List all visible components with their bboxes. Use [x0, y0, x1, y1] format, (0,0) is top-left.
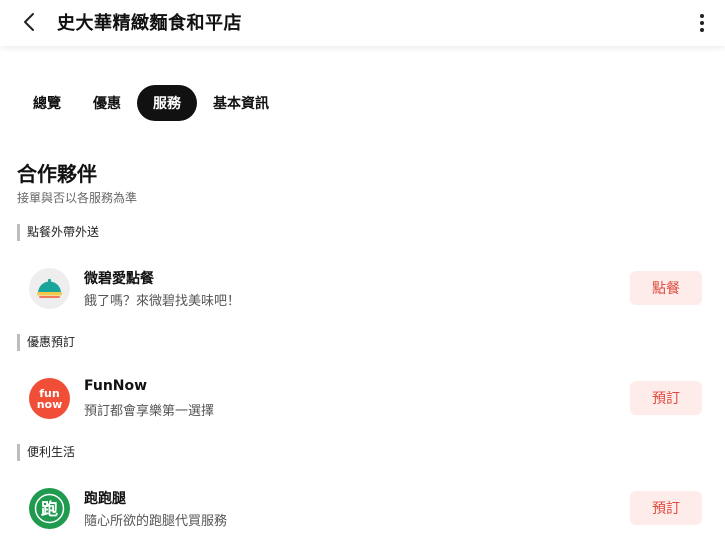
section-title: 合作夥伴 [17, 162, 97, 186]
tab-offers[interactable]: 優惠 [77, 85, 137, 121]
more-options-button[interactable] [692, 12, 712, 34]
svg-text:跑: 跑 [41, 499, 58, 520]
group-heading-convenience: 便利生活 [17, 444, 75, 461]
chevron-left-icon [24, 13, 34, 31]
top-app-bar: 史大華精緻麵食和平店 [0, 0, 725, 46]
tab-bar: 總覽 優惠 服務 基本資訊 [17, 85, 285, 121]
partner-row-weibi: 微碧愛點餐 餓了嗎？來微碧找美味吧！ 點餐 [0, 268, 725, 328]
book-button[interactable]: 預訂 [630, 491, 702, 525]
partner-name: 微碧愛點餐 [84, 271, 154, 287]
group-heading-ordering: 點餐外帶外送 [17, 224, 99, 241]
partner-description: 隨心所欲的跑腿代買服務 [84, 514, 228, 529]
more-vertical-icon [700, 14, 704, 32]
tab-overview[interactable]: 總覽 [17, 85, 77, 121]
group-heading-booking: 優惠預訂 [17, 334, 75, 351]
svg-text:now: now [37, 398, 63, 411]
tab-basic-info[interactable]: 基本資訊 [197, 85, 285, 121]
partner-row-paopaotui: 跑 跑跑腿 隨心所欲的跑腿代買服務 預訂 [0, 488, 725, 548]
partner-name: FunNow [84, 378, 148, 394]
tab-services[interactable]: 服務 [137, 85, 197, 121]
partner-description: 餓了嗎？來微碧找美味吧！ [84, 294, 241, 309]
order-button[interactable]: 點餐 [630, 271, 702, 305]
paopaotui-logo-icon: 跑 [29, 488, 70, 529]
partner-description: 預訂都會享樂第一選擇 [84, 404, 215, 419]
back-button[interactable] [18, 10, 42, 34]
partner-row-funnow: fun now FunNow 預訂都會享樂第一選擇 預訂 [0, 378, 725, 438]
book-button[interactable]: 預訂 [630, 381, 702, 415]
partner-name: 跑跑腿 [84, 491, 126, 507]
page-title: 史大華精緻麵食和平店 [57, 13, 242, 34]
food-cloche-icon [29, 268, 70, 309]
section-subtitle: 接單與否以各服務為準 [17, 191, 138, 205]
funnow-logo-icon: fun now [29, 378, 70, 419]
